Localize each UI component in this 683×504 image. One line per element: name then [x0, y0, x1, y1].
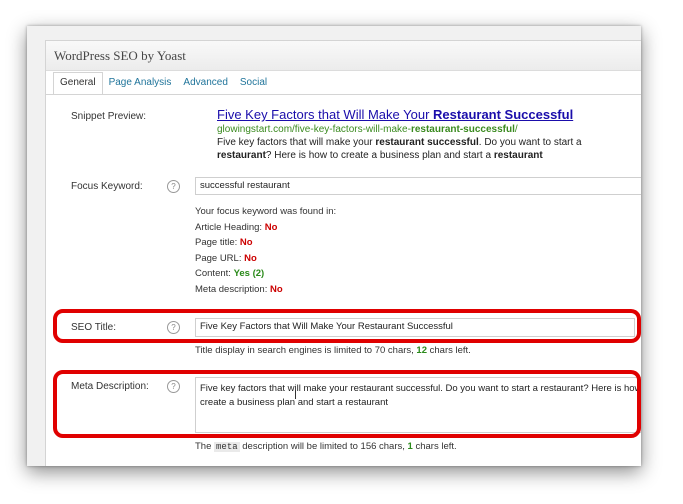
snippet-title[interactable]: Five Key Factors that Will Make Your Res… [217, 107, 641, 123]
meta-description-hint: The meta description will be limited to … [195, 441, 457, 452]
check-page-url: Page URL: No [195, 252, 257, 264]
focus-keyword-label: Focus Keyword: [71, 181, 143, 192]
help-icon[interactable]: ? [167, 180, 180, 193]
tab-advanced[interactable]: Advanced [177, 72, 233, 94]
focus-keyword-input[interactable]: successful restaurant [195, 177, 641, 195]
text-cursor-icon [295, 390, 296, 399]
meta-description-textarea[interactable]: Five key factors that will make your res… [195, 377, 641, 433]
check-meta-description: Meta description: No [195, 283, 283, 295]
check-article-heading: Article Heading: No [195, 221, 278, 233]
snippet-description: Five key factors that will make your res… [217, 137, 582, 161]
help-icon[interactable]: ? [167, 380, 180, 393]
seo-title-label: SEO Title: [71, 322, 117, 333]
check-content: Content: Yes (2) [195, 268, 265, 279]
metabox-title: WordPress SEO by Yoast [46, 41, 641, 71]
check-page-title: Page title: No [195, 237, 253, 248]
meta-description-label: Meta Description: [71, 381, 149, 392]
tab-social[interactable]: Social [234, 72, 273, 94]
focus-keyword-report: Your focus keyword was found in: Article… [195, 204, 336, 297]
snippet-preview-label: Snippet Preview: [71, 111, 147, 122]
help-icon[interactable]: ? [167, 321, 180, 334]
tab-divider [46, 94, 641, 95]
seo-title-hint: Title display in search engines is limit… [195, 345, 471, 356]
seo-metabox: WordPress SEO by Yoast General Page Anal… [45, 40, 641, 466]
snippet-url: glowingstart.com/five-key-factors-will-m… [217, 124, 518, 135]
tab-general[interactable]: General [53, 72, 103, 95]
tab-page-analysis[interactable]: Page Analysis [103, 72, 178, 94]
meta-description-text: Five key factors that will make your res… [200, 383, 641, 408]
snippet-preview: Five Key Factors that Will Make Your Res… [217, 107, 641, 162]
seo-title-input[interactable]: Five Key Factors that Will Make Your Res… [195, 318, 635, 337]
tab-bar: General Page Analysis Advanced Social [53, 72, 273, 95]
screenshot-frame: WordPress SEO by Yoast General Page Anal… [27, 26, 641, 466]
